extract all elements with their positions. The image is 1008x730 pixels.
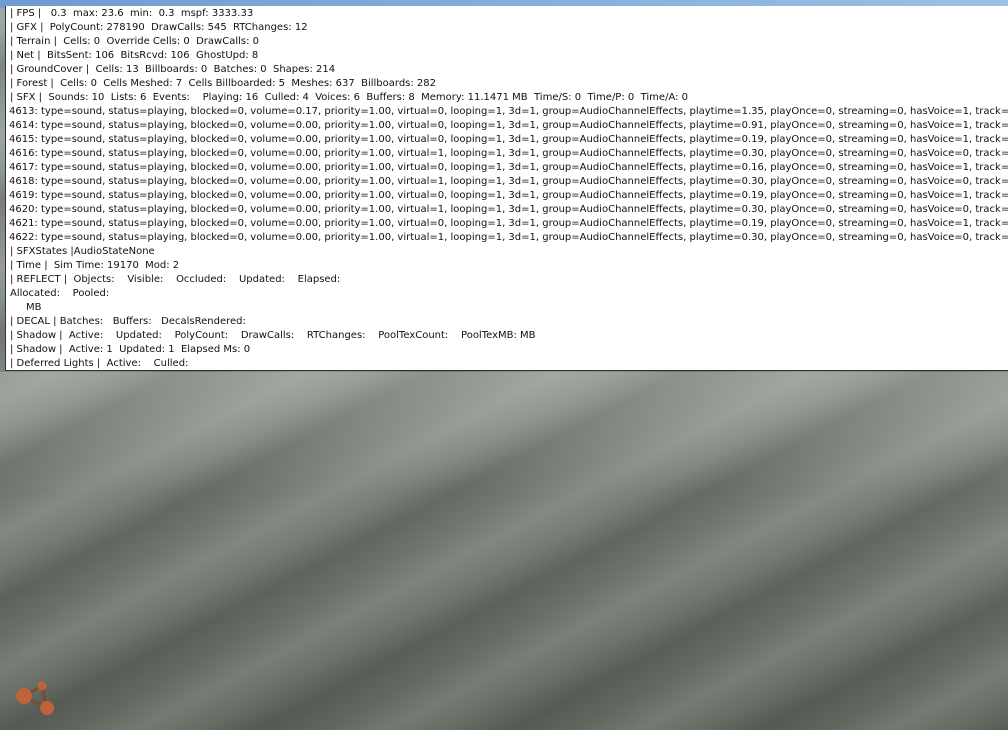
sfx-source-entry: 4621: type=sound, status=playing, blocke… — [9, 218, 1008, 229]
sfx-source-entry: 4615: type=sound, status=playing, blocke… — [9, 134, 1008, 145]
metric-time: | Time | Sim Time: 19170 Mod: 2 — [10, 260, 180, 271]
metric-deferred-lights: | Deferred Lights | Active: Culled: — [10, 358, 189, 369]
metric-reflect: | REFLECT | Objects: Visible: Occluded: … — [10, 274, 341, 285]
metric-groundcover: | GroundCover | Cells: 13 Billboards: 0 … — [10, 64, 336, 75]
sfx-source-entry: 4618: type=sound, status=playing, blocke… — [9, 176, 1008, 187]
metric-gfx: | GFX | PolyCount: 278190 DrawCalls: 545… — [10, 22, 308, 33]
metric-shadow: | Shadow | Active: Updated: PolyCount: D… — [10, 330, 536, 341]
metric-reflect-mb: MB — [26, 302, 42, 313]
metric-forest: | Forest | Cells: 0 Cells Meshed: 7 Cell… — [10, 78, 437, 89]
sfx-source-entry: 4617: type=sound, status=playing, blocke… — [9, 162, 1008, 173]
game-viewport[interactable]: | FPS | 0.3 max: 23.6 min: 0.3 mspf: 333… — [0, 0, 1008, 730]
sfx-source-entry: 4622: type=sound, status=playing, blocke… — [9, 232, 1008, 243]
sfx-source-entry: 4614: type=sound, status=playing, blocke… — [9, 120, 1008, 131]
metric-sfxstates: | SFXStates |AudioStateNone — [10, 246, 155, 257]
sfx-source-entry: 4620: type=sound, status=playing, blocke… — [9, 204, 1008, 215]
metric-fps: | FPS | 0.3 max: 23.6 min: 0.3 mspf: 333… — [10, 8, 254, 19]
metric-net: | Net | BitsSent: 106 BitsRcvd: 106 Ghos… — [10, 50, 259, 61]
metric-decal: | DECAL | Batches: Buffers: DecalsRender… — [10, 316, 246, 327]
metric-terrain: | Terrain | Cells: 0 Override Cells: 0 D… — [10, 36, 259, 47]
sfx-source-entry: 4616: type=sound, status=playing, blocke… — [9, 148, 1008, 159]
metric-shadow-2: | Shadow | Active: 1 Updated: 1 Elapsed … — [10, 344, 251, 355]
metrics-console: | FPS | 0.3 max: 23.6 min: 0.3 mspf: 333… — [5, 6, 1008, 371]
engine-logo-icon — [16, 681, 54, 715]
sfx-source-entry: 4619: type=sound, status=playing, blocke… — [9, 190, 1008, 201]
sfx-source-entry: 4613: type=sound, status=playing, blocke… — [9, 106, 1008, 117]
metric-sfx: | SFX | Sounds: 10 Lists: 6 Events: Play… — [10, 92, 689, 103]
horizon-haze — [0, 372, 1008, 492]
metric-reflect-allocated: Allocated: Pooled: — [10, 288, 110, 299]
